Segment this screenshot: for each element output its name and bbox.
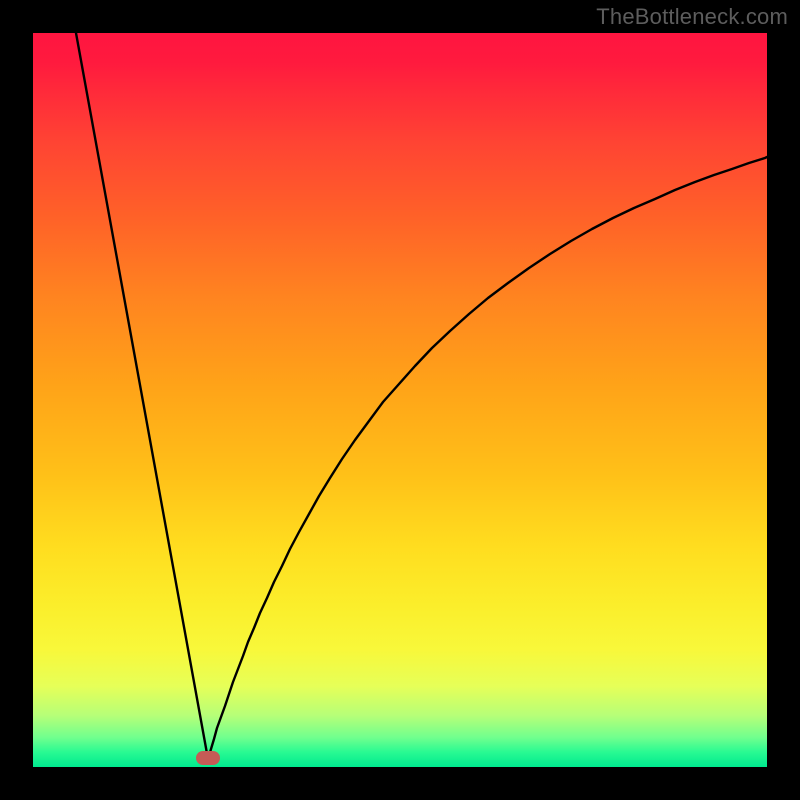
optimal-point-marker <box>196 751 220 765</box>
bottleneck-curve <box>33 33 767 767</box>
watermark-text: TheBottleneck.com <box>596 4 788 30</box>
chart-frame: TheBottleneck.com <box>0 0 800 800</box>
